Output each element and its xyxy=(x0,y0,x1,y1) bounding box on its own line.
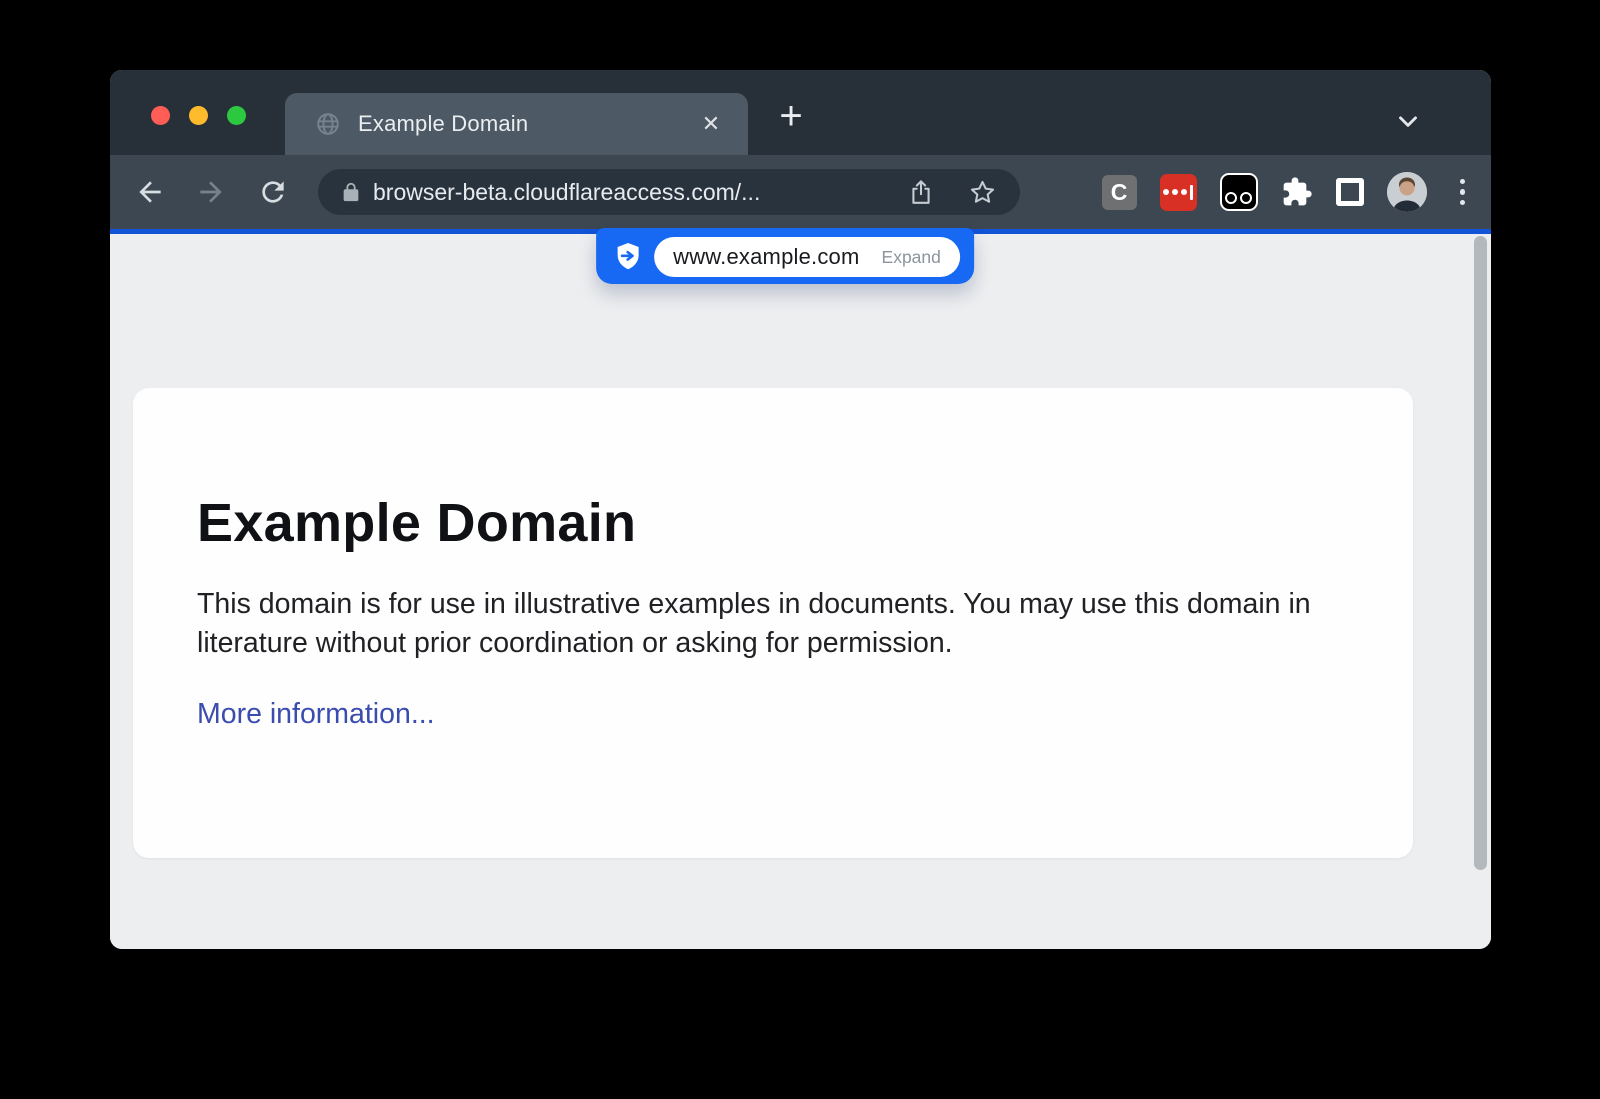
url-text[interactable]: browser-beta.cloudflareaccess.com/... xyxy=(373,179,760,206)
active-tab[interactable]: Example Domain ✕ xyxy=(285,93,748,155)
tab-close-icon[interactable]: ✕ xyxy=(696,111,726,137)
tab-title: Example Domain xyxy=(358,111,696,137)
isolated-host-text: www.example.com xyxy=(673,244,859,270)
extension-row: C xyxy=(1102,155,1476,229)
toolbar: browser-beta.cloudflareaccess.com/... C xyxy=(110,155,1491,229)
back-button-icon[interactable] xyxy=(134,176,166,208)
page-heading: Example Domain xyxy=(197,492,1413,554)
bookmark-star-icon[interactable] xyxy=(969,179,996,206)
isolation-host-pill[interactable]: www.example.com Expand xyxy=(654,237,960,277)
reload-button-icon[interactable] xyxy=(257,176,289,208)
zoom-window-button[interactable] xyxy=(227,106,246,125)
browser-menu-icon[interactable] xyxy=(1450,173,1476,212)
expand-button[interactable]: Expand xyxy=(882,247,941,268)
profile-avatar[interactable] xyxy=(1387,172,1427,212)
c-extension-icon[interactable]: C xyxy=(1102,175,1137,210)
chevron-down-icon[interactable] xyxy=(1393,106,1423,136)
page-paragraph: This domain is for use in illustrative e… xyxy=(197,585,1347,663)
extensions-puzzle-icon[interactable] xyxy=(1281,176,1313,208)
globe-favicon-icon xyxy=(315,111,341,137)
isolation-shield-icon xyxy=(614,241,642,273)
browser-window: Example Domain ✕ + browser-beta.cloudfla… xyxy=(110,70,1491,949)
forward-button-icon[interactable] xyxy=(195,176,227,208)
window-controls xyxy=(151,106,246,125)
page-viewport: www.example.com Expand Example Domain Th… xyxy=(110,234,1491,949)
side-panel-icon[interactable] xyxy=(1336,178,1364,206)
address-bar[interactable]: browser-beta.cloudflareaccess.com/... xyxy=(318,169,1020,215)
new-tab-button[interactable]: + xyxy=(765,90,817,142)
minimize-window-button[interactable] xyxy=(189,106,208,125)
vertical-scrollbar[interactable] xyxy=(1474,236,1487,870)
two-circles-extension-icon[interactable] xyxy=(1220,173,1258,211)
close-window-button[interactable] xyxy=(151,106,170,125)
more-information-link[interactable]: More information... xyxy=(197,698,435,731)
lock-icon[interactable] xyxy=(340,180,362,204)
tab-strip: Example Domain ✕ + xyxy=(110,70,1491,155)
lastpass-extension-icon[interactable] xyxy=(1160,174,1197,211)
browser-isolation-pill[interactable]: www.example.com Expand xyxy=(596,228,974,284)
share-icon[interactable] xyxy=(908,179,934,205)
content-card: Example Domain This domain is for use in… xyxy=(133,388,1413,858)
